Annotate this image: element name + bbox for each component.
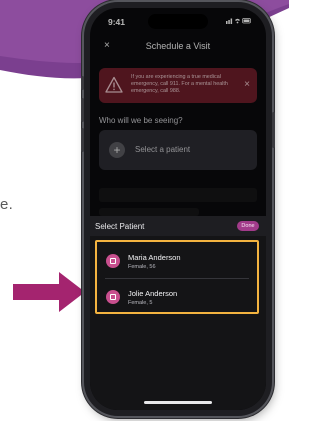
patient-list-highlight: Maria Anderson Female, 56 Jolie Anderson…	[95, 240, 259, 314]
patient-detail: Female, 5	[128, 300, 153, 306]
pointer-arrow-icon	[13, 272, 85, 312]
background-text-fragment: e.	[0, 196, 14, 213]
phone-volume-down	[81, 128, 84, 152]
patient-avatar-icon	[106, 290, 120, 304]
done-button[interactable]: Done	[237, 221, 259, 231]
sheet-title: Select Patient	[95, 222, 145, 231]
patient-avatar-icon	[106, 254, 120, 268]
phone-screen: 9:41 × Schedule a Visit If you are exper…	[90, 8, 266, 410]
row-divider	[105, 278, 249, 279]
patient-row[interactable]: Jolie Anderson Female, 5	[99, 280, 255, 314]
phone-side-button	[81, 76, 84, 90]
patient-detail: Female, 56	[128, 264, 156, 270]
select-patient-sheet: Select Patient Done Maria Anderson Femal…	[90, 216, 266, 410]
sheet-header: Select Patient Done	[90, 216, 266, 236]
phone-power-button	[272, 112, 275, 148]
phone-frame: 9:41 × Schedule a Visit If you are exper…	[81, 2, 275, 416]
patient-name: Jolie Anderson	[128, 289, 178, 298]
phone-volume-up	[81, 98, 84, 122]
screenshot-stage: e. 9:41 × Schedule a Visit If you are ex…	[0, 0, 289, 421]
home-indicator[interactable]	[144, 401, 212, 404]
patient-row[interactable]: Maria Anderson Female, 56	[99, 244, 255, 278]
patient-name: Maria Anderson	[128, 253, 181, 262]
